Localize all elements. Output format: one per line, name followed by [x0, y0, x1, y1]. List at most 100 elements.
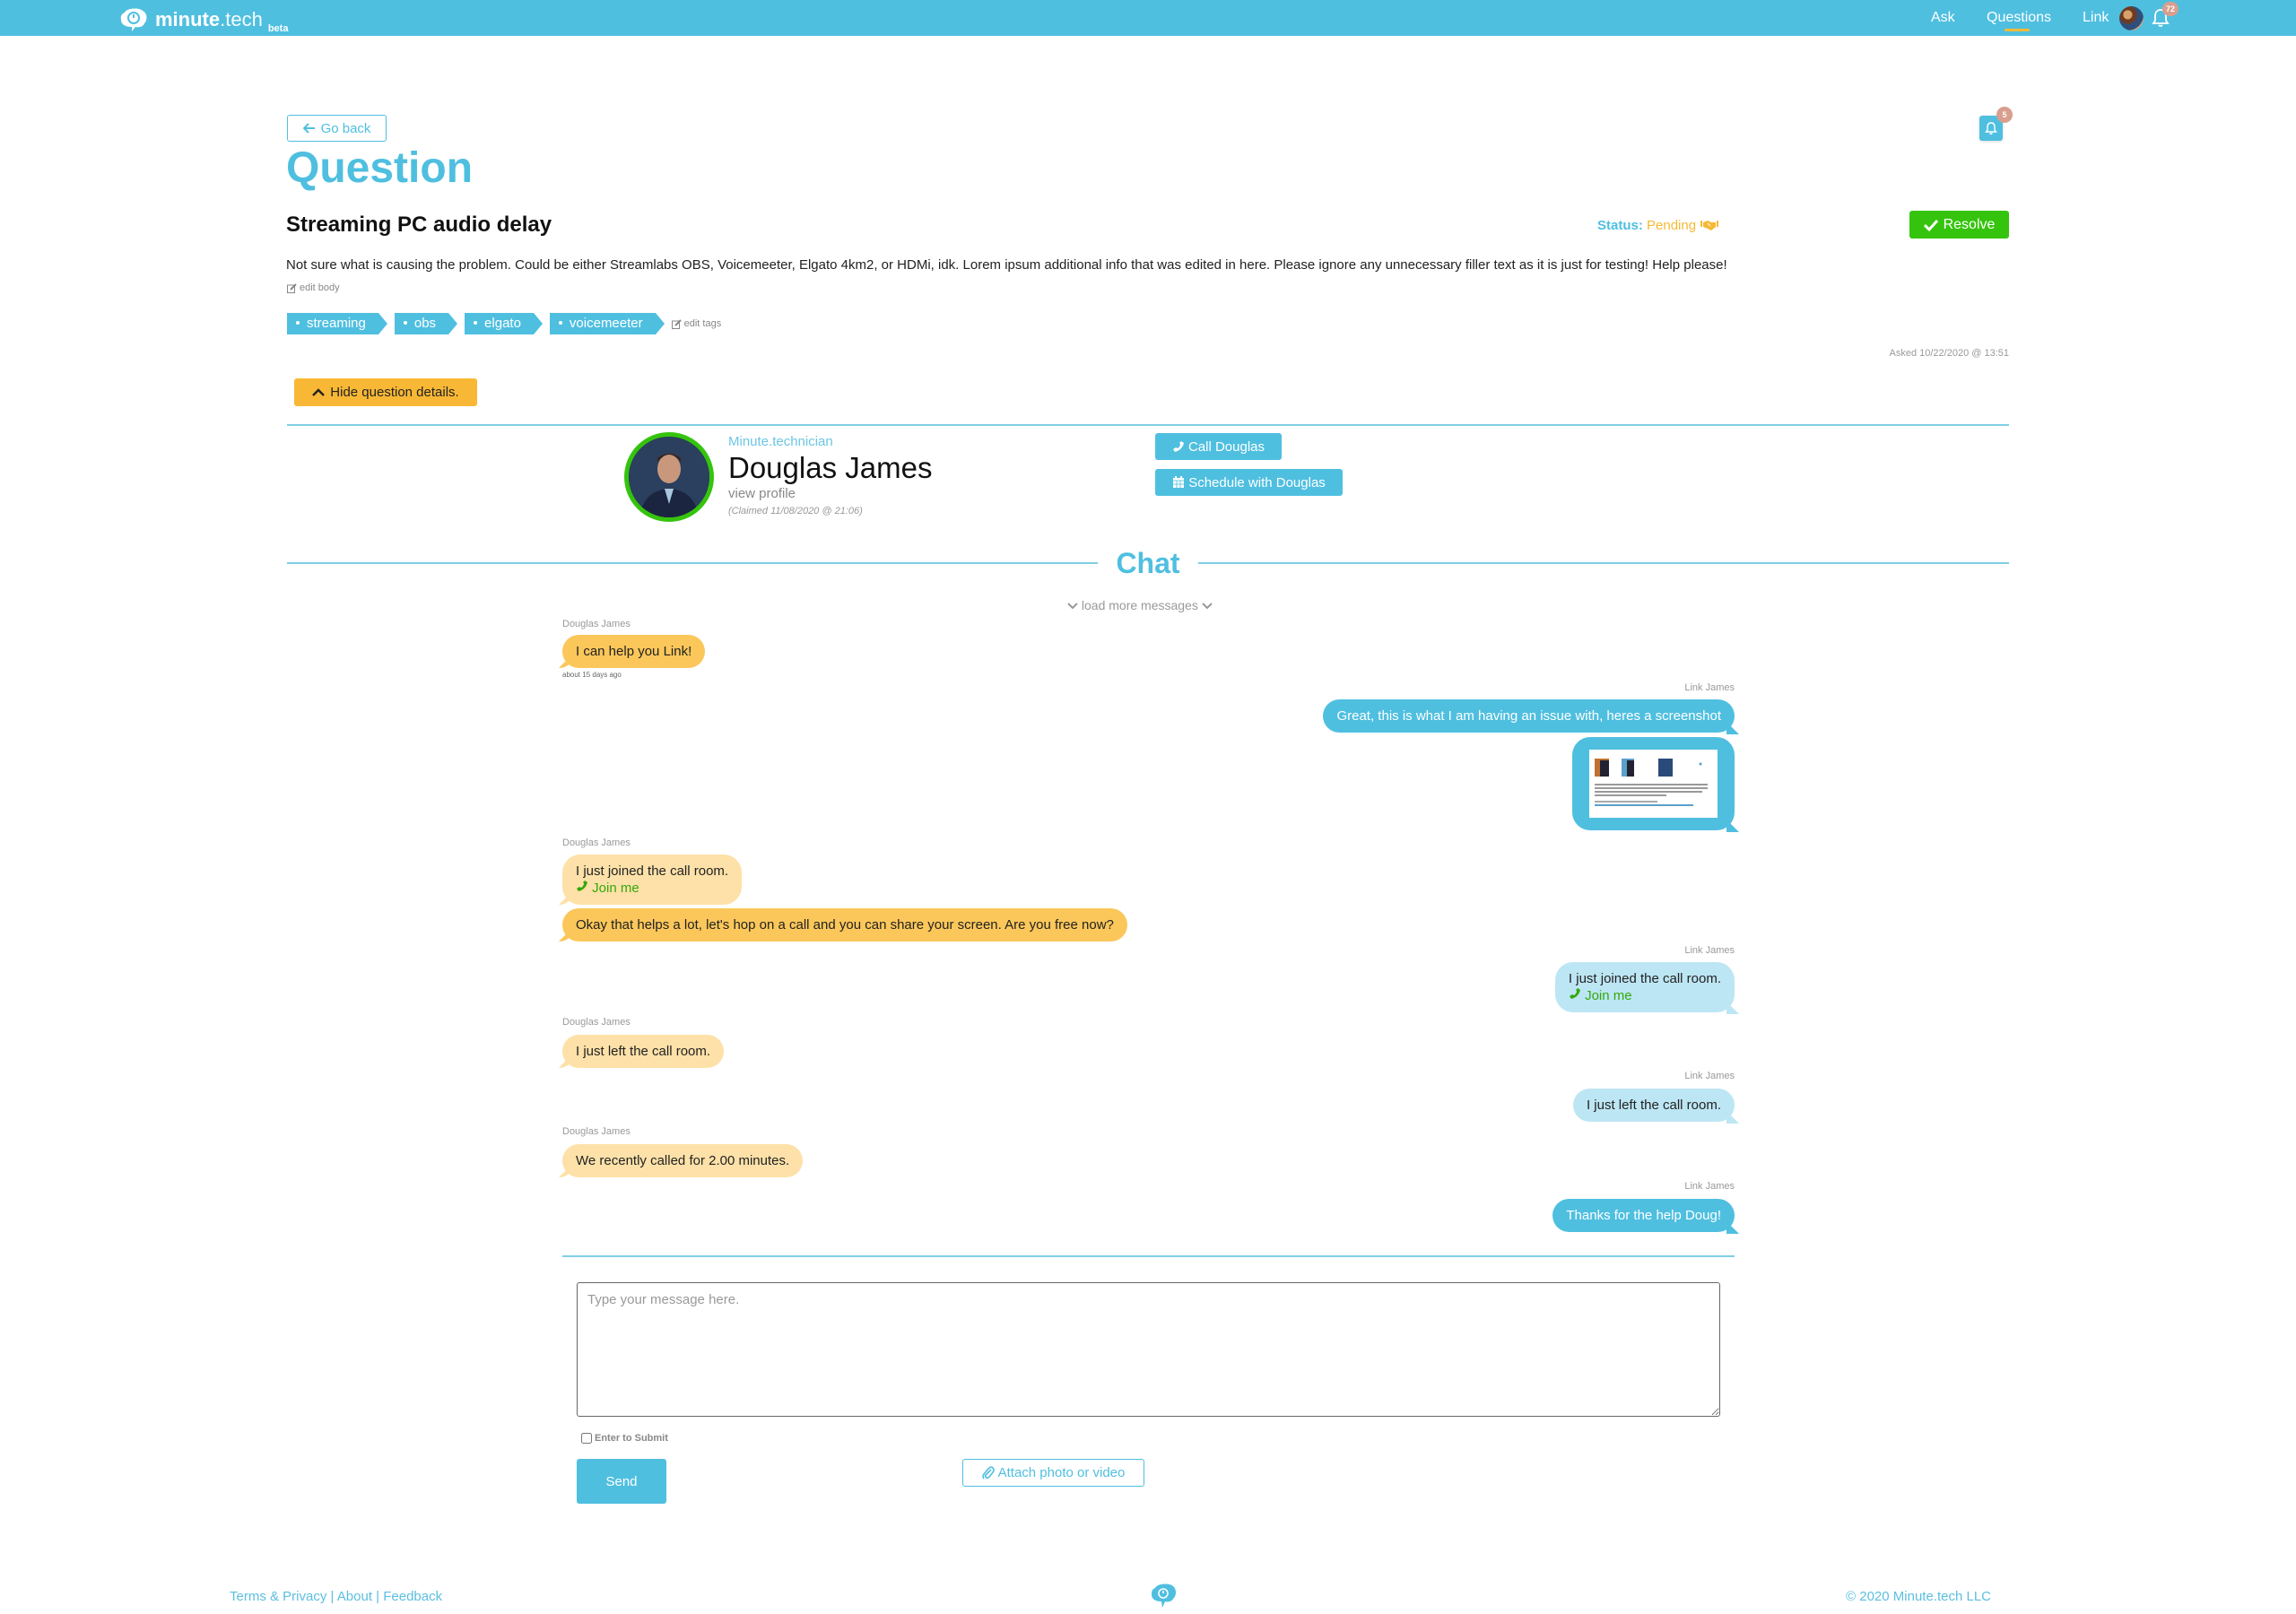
hide-details-button[interactable]: Hide question details. — [294, 378, 477, 406]
edit-icon — [287, 282, 297, 293]
page-title: Question — [286, 144, 474, 192]
divider — [287, 424, 2009, 426]
chat-message: I can help you Link! — [562, 635, 706, 668]
screenshot-attachment[interactable] — [1589, 750, 1718, 818]
nav-user-menu[interactable]: Link — [2083, 9, 2109, 27]
call-label: Call Douglas — [1187, 438, 1265, 455]
tag-bullet — [403, 321, 407, 325]
resolve-label: Resolve — [1943, 216, 1996, 232]
hide-details-label: Hide question details. — [330, 385, 459, 400]
paperclip-icon — [981, 1465, 995, 1480]
tag-label: elgato — [484, 316, 521, 331]
join-call-link[interactable]: Join me — [1569, 987, 1721, 1004]
tag-elgato[interactable]: elgato — [465, 313, 543, 334]
brain-stopwatch-icon — [120, 8, 147, 31]
brand-logo[interactable]: minute .tech beta — [119, 4, 289, 34]
edit-body-link[interactable]: edit body — [287, 282, 340, 293]
asked-timestamp: Asked 10/22/2020 @ 13:51 — [1889, 348, 2010, 359]
message-sender: Douglas James — [562, 837, 631, 848]
tag-bullet — [558, 321, 562, 325]
chat-image-message — [1572, 737, 1735, 830]
tag-bullet — [296, 321, 300, 325]
message-sender: Link James — [1684, 682, 1735, 693]
checkmark-icon — [1923, 219, 1938, 231]
chevron-down-icon — [1067, 603, 1078, 610]
question-status: Status: Pending — [1597, 217, 1719, 235]
footer-about-link[interactable]: About — [337, 1589, 372, 1604]
notification-count-badge: 72 — [2162, 2, 2179, 16]
enter-to-submit-label: Enter to Submit — [595, 1433, 668, 1444]
arrow-left-icon — [302, 123, 315, 134]
logo-text-light: .tech — [220, 8, 263, 30]
tag-streaming[interactable]: streaming — [287, 313, 387, 334]
chat-message: Thanks for the help Doug! — [1552, 1199, 1735, 1232]
tag-voicemeeter[interactable]: voicemeeter — [549, 313, 665, 334]
chat-message: I just left the call room. — [1572, 1089, 1735, 1122]
footer-links: Terms & Privacy | About | Feedback — [230, 1589, 442, 1604]
enter-to-submit-checkbox[interactable] — [581, 1433, 592, 1444]
chat-message: We recently called for 2.00 minutes. — [562, 1144, 804, 1177]
phone-icon — [1569, 988, 1580, 999]
chevron-up-icon — [312, 387, 326, 396]
footer-terms-link[interactable]: Terms & Privacy — [230, 1589, 326, 1604]
join-label: Join me — [1585, 988, 1632, 1003]
message-sender: Link James — [1684, 945, 1735, 956]
chat-message: I just left the call room. — [562, 1035, 725, 1068]
chat-heading: Chat — [1098, 545, 1198, 581]
join-label: Join me — [592, 881, 639, 896]
edit-tags-link[interactable]: edit tags — [671, 318, 721, 329]
question-title: Streaming PC audio delay — [286, 213, 552, 237]
go-back-button[interactable]: Go back — [287, 115, 387, 142]
go-back-label: Go back — [320, 120, 371, 136]
chevron-down-icon — [1202, 603, 1213, 610]
chat-message: Okay that helps a lot, let's hop on a ca… — [562, 908, 1127, 941]
active-tab-indicator — [2005, 29, 2030, 31]
view-profile-link[interactable]: view profile — [728, 486, 796, 501]
attach-media-button[interactable]: Attach photo or video — [962, 1459, 1144, 1487]
join-call-link[interactable]: Join me — [576, 880, 728, 897]
chat-message: I just joined the call room. Join me — [562, 855, 743, 905]
tag-list: streaming obs elgato voicemeeter edit ta… — [287, 313, 721, 334]
tag-label: voicemeeter — [569, 316, 643, 331]
message-sender: Douglas James — [562, 1017, 631, 1028]
question-notifications-badge: 5 — [1996, 107, 2013, 123]
tag-obs[interactable]: obs — [394, 313, 458, 334]
question-body: Not sure what is causing the problem. Co… — [286, 257, 1727, 273]
footer-feedback-link[interactable]: Feedback — [383, 1589, 442, 1604]
load-more-messages[interactable]: load more messages — [1067, 598, 1213, 612]
message-text: I just joined the call room. — [576, 863, 729, 879]
resolve-button[interactable]: Resolve — [1909, 211, 2009, 239]
phone-icon — [1172, 441, 1184, 452]
nav-questions-label: Questions — [1987, 10, 2052, 25]
nav-questions[interactable]: Questions — [1987, 9, 2052, 31]
tag-bullet — [474, 321, 478, 325]
message-input[interactable] — [577, 1282, 1720, 1417]
send-button[interactable]: Send — [577, 1459, 666, 1504]
footer-separator: | — [330, 1589, 335, 1604]
claimed-timestamp: (Claimed 11/08/2020 @ 21:06) — [728, 506, 863, 516]
user-avatar[interactable] — [2119, 6, 2144, 30]
brain-stopwatch-icon — [1152, 1584, 1176, 1608]
tag-label: streaming — [307, 316, 366, 331]
schedule-label: Schedule with Douglas — [1188, 474, 1326, 490]
footer-separator: | — [376, 1589, 380, 1604]
technician-role: Minute.technician — [728, 434, 833, 449]
message-text: I just joined the call room. — [1568, 971, 1721, 986]
edit-body-label: edit body — [300, 282, 340, 293]
schedule-technician-button[interactable]: Schedule with Douglas — [1155, 469, 1343, 496]
call-technician-button[interactable]: Call Douglas — [1155, 433, 1282, 460]
nav-ask[interactable]: Ask — [1931, 9, 1955, 27]
message-timestamp: about 15 days ago — [562, 671, 622, 679]
handshake-icon — [1700, 221, 1719, 230]
technician-name: Douglas James — [728, 451, 933, 484]
load-more-label: load more messages — [1081, 598, 1198, 612]
screenshot-thumbnail — [1589, 750, 1718, 818]
calendar-icon — [1173, 476, 1185, 488]
enter-to-submit-toggle[interactable]: Enter to Submit — [581, 1433, 668, 1444]
technician-avatar[interactable] — [624, 432, 714, 522]
status-value: Pending — [1647, 218, 1697, 233]
message-sender: Douglas James — [562, 1126, 631, 1137]
tag-label: obs — [413, 316, 437, 331]
beta-label: beta — [267, 23, 289, 34]
top-navbar: minute .tech beta Ask Questions Link 72 — [0, 0, 2296, 36]
